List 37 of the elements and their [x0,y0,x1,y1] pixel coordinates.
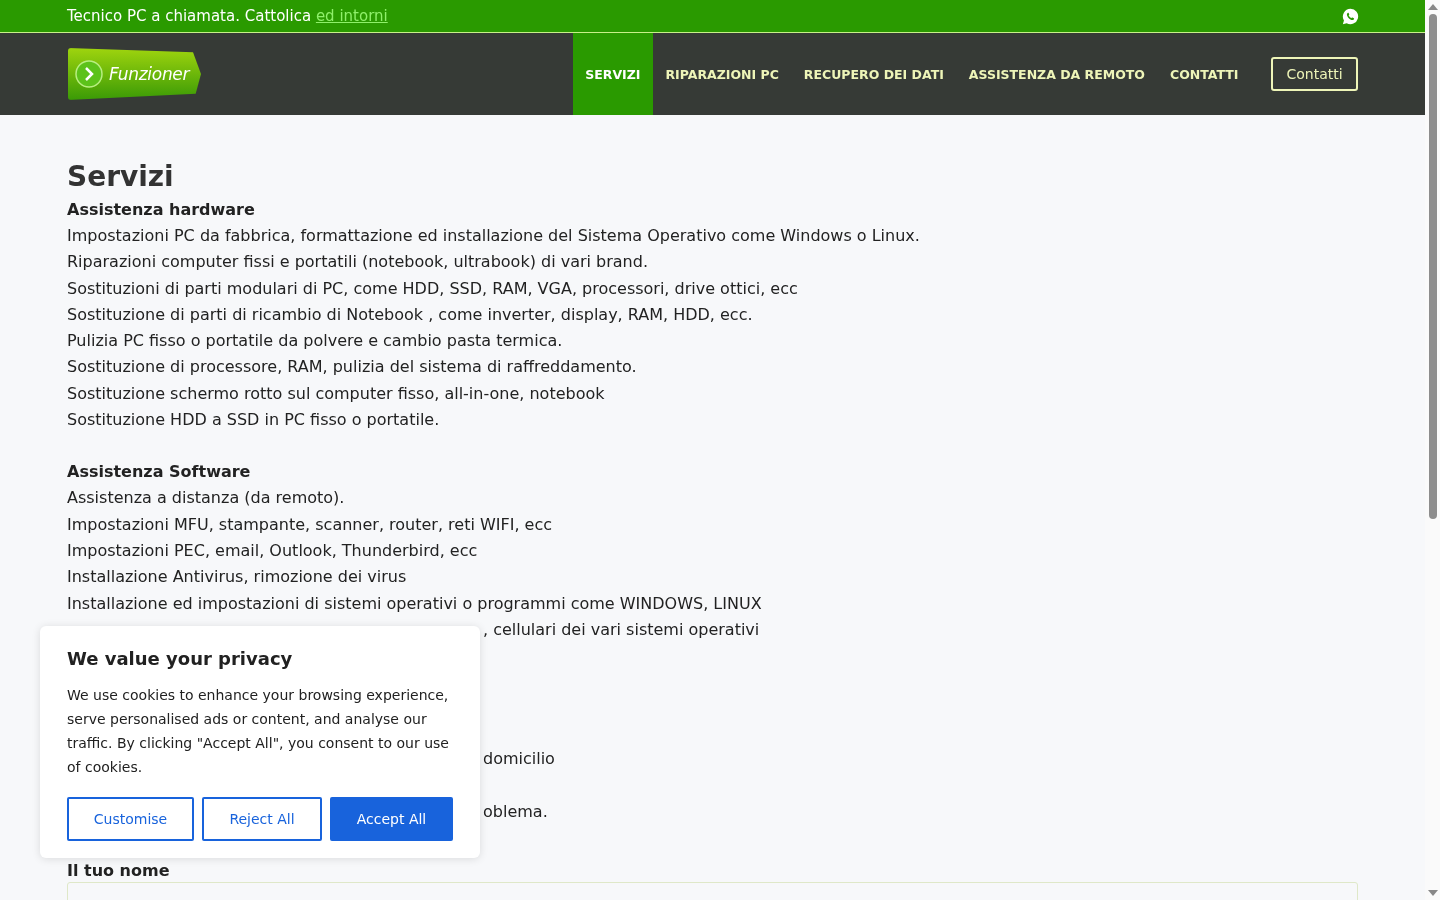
nav-link[interactable]: RECUPERO DEI DATI [791,33,957,115]
nav-link[interactable]: CONTATTI [1157,33,1251,115]
top-bar-text: Tecnico PC a chiamata. Cattolica ed intorni [67,7,388,25]
cookie-button[interactable]: Accept All [330,797,453,841]
service-line: , cellulari dei vari sistemi operativi [483,619,760,639]
service-line: Sostituzione HDD a SSD in PC fisso o portatile. [67,409,441,432]
cookie-button[interactable]: Reject All [202,797,322,841]
service-line: Installazione Antivirus, rimozione dei virus [67,566,408,589]
chevron-circle-icon [75,60,103,88]
service-line: Assistenza a distanza (da remoto). [67,487,346,510]
service-line: Riparazioni computer fissi e portatili (notebook, ultrabook) di vari brand. [67,251,649,274]
scrollbar-thumb[interactable] [1428,14,1437,519]
nav-link[interactable]: SERVIZI [572,33,653,115]
service-line: Sostituzioni di parti modulari di PC, come HDD, SSD, RAM, VGA, processori, drive ottici, ecc [67,277,799,300]
service-line: Sostituzione di parti di ricambio di Notebook , come inverter, display, RAM, HDD, ecc. [67,303,754,326]
service-line: Pulizia PC fisso o portatile da polvere e cambio pasta termica. [67,330,564,353]
service-line: Impostazioni PEC, email, Outlook, Thunderbird, ecc [67,539,479,562]
cookie-button[interactable]: Customise [67,797,194,841]
service-line: Installazione ed impostazioni di sistemi operativi o programmi come WINDOWS, LINUX [67,592,763,615]
contact-button[interactable]: Contatti [1271,57,1358,91]
service-line: Sostituzione schermo rotto sul computer fisso, all-in-one, notebook [67,382,606,405]
service-line: Impostazioni PC da fabbrica, formattazione ed installazione del Sistema Operativo come Windows o Linux. [67,225,921,247]
section-heading: Assistenza Software [67,461,252,484]
service-line: domicilio [483,749,555,769]
service-line: oblema. [483,802,548,822]
scroll-down-icon[interactable] [1427,890,1438,896]
nav-link[interactable]: ASSISTENZA DA REMOTO [956,33,1158,115]
nav-link[interactable]: RIPARAZIONI PC [652,33,792,115]
service-line: Sostituzione di processore, RAM, pulizia del sistema di raffreddamento. [67,356,638,379]
chat-icon[interactable] [1342,7,1359,25]
scroll-up-icon[interactable] [1427,4,1438,10]
cookie-title: We value your privacy [67,648,294,669]
service-line: Impostazioni MFU, stampante, scanner, router, reti WIFI, ecc [67,513,554,536]
section-heading: Assistenza hardware [67,199,256,221]
page-title: Servizi [67,159,175,195]
field-label: Il tuo nome [67,860,171,880]
cookie-text: We use cookies to enhance your browsing experience, serve personalised ads or content, and analyse our traffic. By clicking "Accept All", you consent to our use of cookies. [67,686,450,777]
